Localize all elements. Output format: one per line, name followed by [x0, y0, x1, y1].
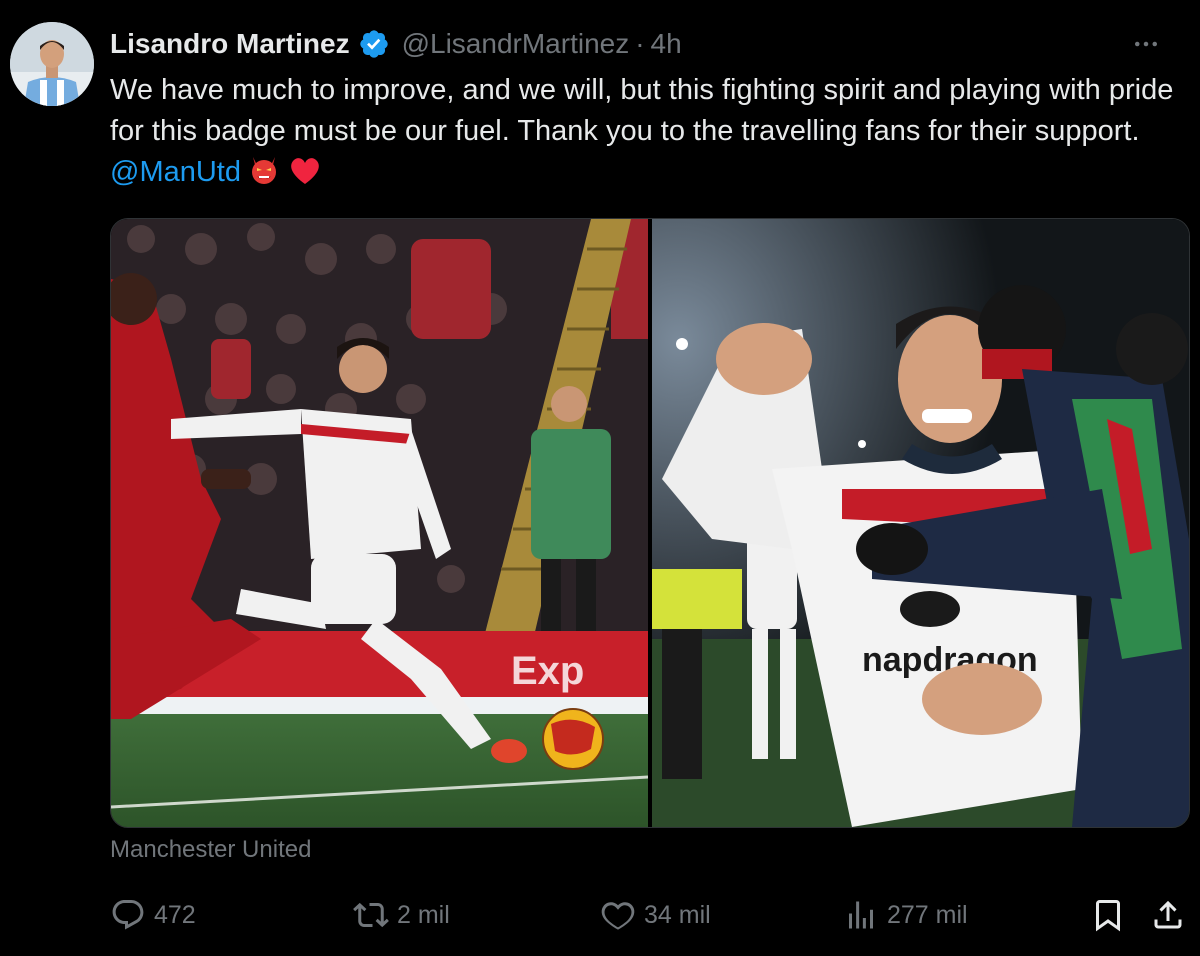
author-name[interactable]: Lisandro Martinez	[110, 28, 350, 60]
svg-text:Exp: Exp	[511, 649, 584, 693]
verified-badge-icon[interactable]	[358, 28, 390, 60]
retweet-count: 2 mil	[397, 900, 450, 929]
avatar-image	[10, 22, 94, 106]
heart-icon	[601, 902, 635, 930]
views-icon	[849, 901, 873, 929]
views-button[interactable]: 277 mil	[843, 892, 968, 938]
red-heart-emoji	[287, 153, 323, 199]
share-button[interactable]	[1150, 892, 1186, 938]
media-attribution[interactable]: Manchester United	[110, 836, 311, 864]
tweet: Lisandro Martinez @LisandrMartinez · 4h …	[0, 0, 1200, 956]
bookmark-button[interactable]	[1090, 892, 1126, 938]
more-options-icon[interactable]	[1126, 24, 1166, 64]
action-bar: 472 2 mil 34 mil 277 mil	[110, 892, 1188, 938]
player-shooting-photo[interactable]: Exp	[111, 219, 648, 827]
author-handle[interactable]: @LisandrMartinez	[402, 28, 630, 60]
timestamp[interactable]: 4h	[651, 28, 682, 60]
avatar[interactable]	[10, 22, 94, 106]
tweet-header: Lisandro Martinez @LisandrMartinez · 4h	[110, 24, 1180, 64]
tweet-text-body: We have much to improve, and we will, bu…	[110, 74, 1174, 147]
retweet-icon	[353, 902, 389, 928]
reply-count: 472	[154, 900, 196, 929]
bookmark-icon	[1096, 900, 1120, 932]
mention-link[interactable]: @ManUtd	[110, 156, 241, 188]
reply-button[interactable]: 472	[110, 892, 196, 938]
tweet-text: We have much to improve, and we will, bu…	[110, 70, 1180, 199]
share-icon	[1154, 900, 1182, 929]
retweet-button[interactable]: 2 mil	[353, 892, 450, 938]
like-count: 34 mil	[644, 900, 711, 929]
media-grid: Exp napdragon	[110, 218, 1190, 828]
views-count: 277 mil	[887, 900, 968, 929]
player-celebrating-photo[interactable]: napdragon	[652, 219, 1189, 827]
reply-icon	[112, 900, 144, 930]
red-devil-emoji	[247, 153, 281, 199]
separator: ·	[635, 28, 645, 59]
like-button[interactable]: 34 mil	[600, 892, 711, 938]
